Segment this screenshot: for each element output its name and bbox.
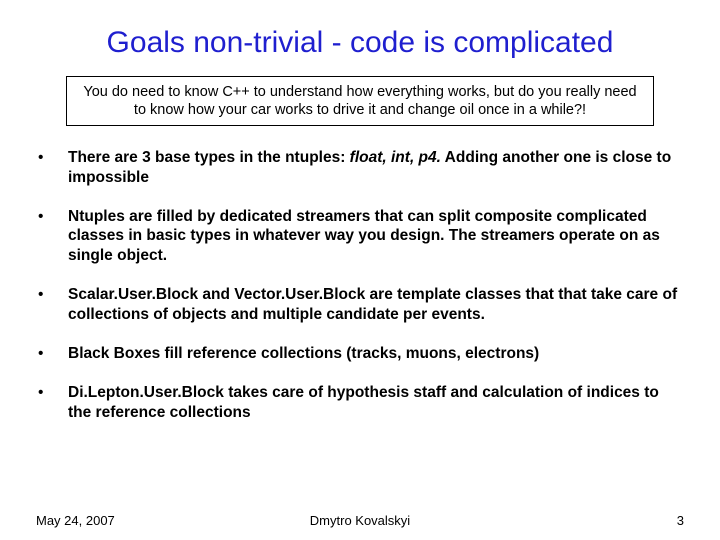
bullet-text-pre: Ntuples are filled by dedicated streamer… (68, 208, 660, 264)
bullet-text-pre: There are 3 base types in the ntuples: (68, 149, 350, 166)
bullet-text-pre: Black Boxes fill reference collections (… (68, 345, 539, 362)
list-item: •Di.Lepton.User.Block takes care of hypo… (38, 383, 678, 422)
footer: May 24, 2007 Dmytro Kovalskyi 3 (0, 513, 720, 528)
bullet-list: •There are 3 base types in the ntuples: … (38, 148, 678, 422)
footer-author: Dmytro Kovalskyi (0, 513, 720, 528)
list-item: •Scalar.User.Block and Vector.User.Block… (38, 285, 678, 324)
list-item: •Ntuples are filled by dedicated streame… (38, 207, 678, 265)
bullet-marker: • (38, 207, 68, 265)
bullet-marker: • (38, 148, 68, 187)
slide-title: Goals non-trivial - code is complicated (36, 26, 684, 60)
bullet-text-pre: Scalar.User.Block and Vector.User.Block … (68, 286, 677, 322)
bullet-text-ital: float, int, p4. (350, 149, 441, 166)
bullet-text-pre: Di.Lepton.User.Block takes care of hypot… (68, 384, 659, 420)
slide: Goals non-trivial - code is complicated … (0, 0, 720, 540)
list-item: •There are 3 base types in the ntuples: … (38, 148, 678, 187)
bullet-marker: • (38, 344, 68, 363)
bullet-marker: • (38, 383, 68, 422)
callout-box: You do need to know C++ to understand ho… (66, 76, 654, 126)
bullet-marker: • (38, 285, 68, 324)
list-item: •Black Boxes fill reference collections … (38, 344, 678, 363)
